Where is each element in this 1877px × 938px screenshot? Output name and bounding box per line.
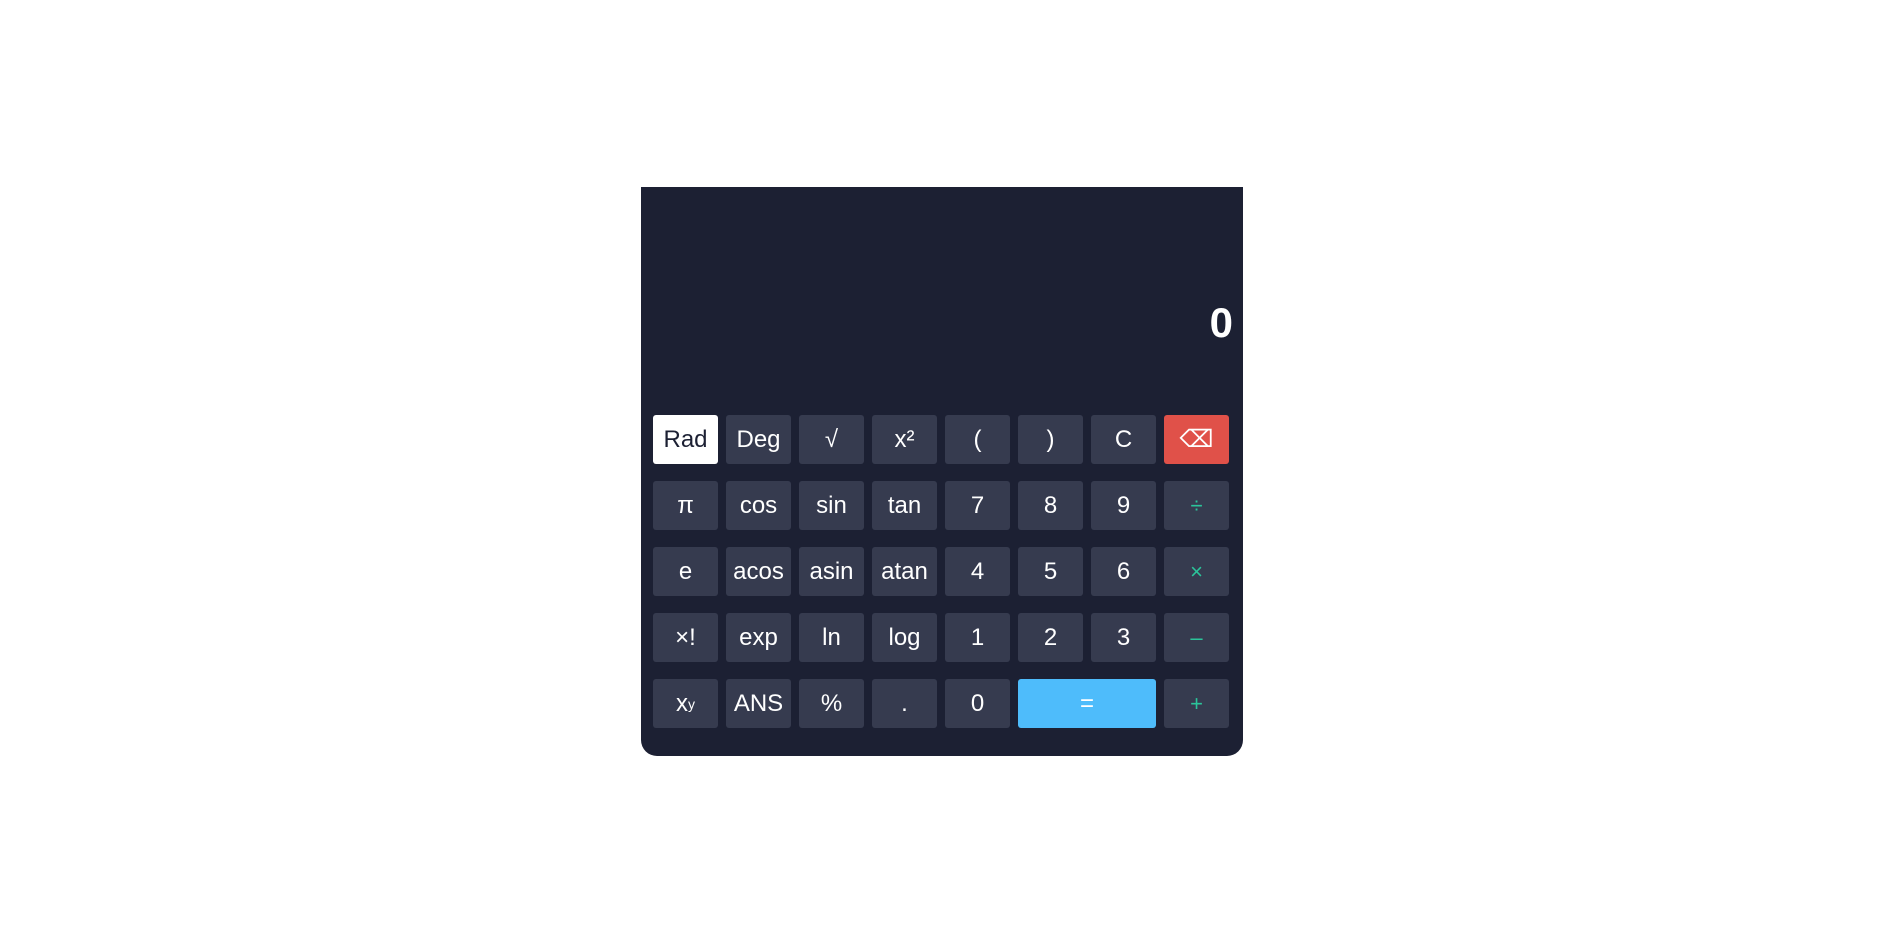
digit-8-button[interactable]: 8 [1018,481,1083,530]
cos-button[interactable]: cos [726,481,791,530]
left-paren-button[interactable]: ( [945,415,1010,464]
ans-button[interactable]: ANS [726,679,791,728]
log-button[interactable]: log [872,613,937,662]
exp-button[interactable]: exp [726,613,791,662]
ln-button[interactable]: ln [799,613,864,662]
digit-6-button[interactable]: 6 [1091,547,1156,596]
display-value: 0 [1209,299,1233,346]
decimal-button[interactable]: . [872,679,937,728]
asin-button[interactable]: asin [799,547,864,596]
digit-1-button[interactable]: 1 [945,613,1010,662]
rad-mode-button[interactable]: Rad [653,415,718,464]
digit-7-button[interactable]: 7 [945,481,1010,530]
factorial-button[interactable]: ×! [653,613,718,662]
pi-button[interactable]: π [653,481,718,530]
multiply-button[interactable]: × [1164,547,1229,596]
square-button[interactable]: x² [872,415,937,464]
divide-button[interactable]: ÷ [1164,481,1229,530]
digit-4-button[interactable]: 4 [945,547,1010,596]
equals-button[interactable]: = [1018,679,1156,728]
tan-button[interactable]: tan [872,481,937,530]
digit-0-button[interactable]: 0 [945,679,1010,728]
clear-button[interactable]: C [1091,415,1156,464]
power-base-label: x [676,689,688,717]
percent-button[interactable]: % [799,679,864,728]
power-button[interactable]: xy [653,679,718,728]
atan-button[interactable]: atan [872,547,937,596]
calculator-display: 0 [641,187,1243,397]
calculator: 0 Rad Deg √ x² ( ) C ⌫ π cos sin tan 7 8… [641,187,1243,756]
deg-mode-button[interactable]: Deg [726,415,791,464]
e-button[interactable]: e [653,547,718,596]
digit-5-button[interactable]: 5 [1018,547,1083,596]
sqrt-button[interactable]: √ [799,415,864,464]
add-button[interactable]: + [1164,679,1229,728]
sin-button[interactable]: sin [799,481,864,530]
backspace-button[interactable]: ⌫ [1164,415,1229,464]
subtract-button[interactable]: – [1164,613,1229,662]
backspace-icon: ⌫ [1179,426,1214,453]
digit-2-button[interactable]: 2 [1018,613,1083,662]
digit-9-button[interactable]: 9 [1091,481,1156,530]
digit-3-button[interactable]: 3 [1091,613,1156,662]
keypad: Rad Deg √ x² ( ) C ⌫ π cos sin tan 7 8 9… [653,415,1231,728]
acos-button[interactable]: acos [726,547,791,596]
right-paren-button[interactable]: ) [1018,415,1083,464]
